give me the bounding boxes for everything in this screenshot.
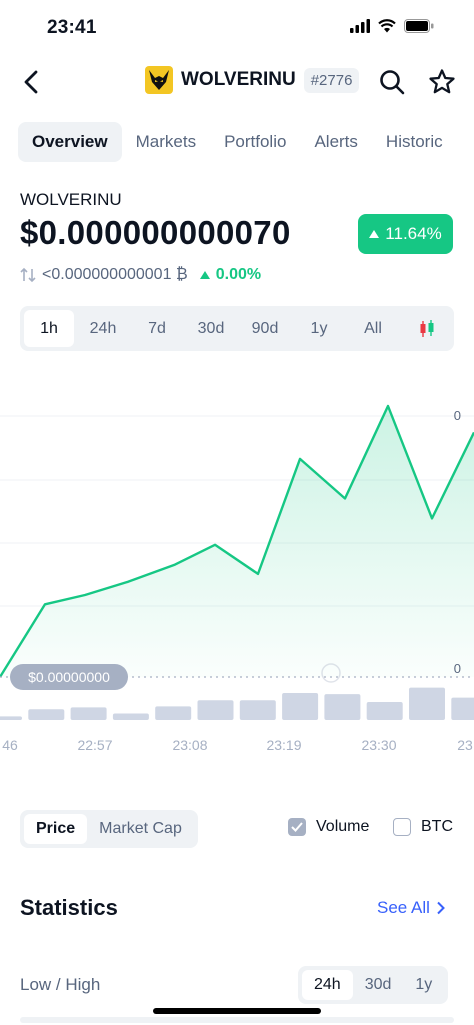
period-30d[interactable]: 30d [353,970,404,1000]
coin-logo [145,66,173,94]
stats-period-selector: 24h 30d 1y [298,966,449,1004]
battery-icon [404,19,434,33]
btc-price: <0.000000000001 ₿ [42,266,188,283]
star-icon[interactable] [428,68,456,96]
x-axis-label: 22:57 [77,737,112,753]
btc-label: BTC [421,818,453,835]
range-1y[interactable]: 1y [294,310,344,347]
y-axis-label-top: 0 [454,408,461,423]
checkbox-checked-icon [288,818,306,836]
range-30d[interactable]: 30d [186,310,236,347]
range-24h[interactable]: 24h [78,310,128,347]
tab-markets[interactable]: Markets [122,122,210,162]
see-all-label: See All [377,898,430,917]
volume-bar [451,697,474,720]
volume-bar [155,706,192,720]
tab-bar: Overview Markets Portfolio Alerts Histor… [18,122,457,162]
price-chart[interactable]: $0.00000000 0 0 46 22:57 23:08 23:19 23:30 23 [0,380,474,780]
volume-bar [239,700,276,720]
triangle-up-icon [199,271,210,279]
triangle-up-icon [369,230,380,238]
candlestick-toggle[interactable] [402,310,452,347]
x-axis-label: 23:08 [172,737,207,753]
coin-name: WOLVERINU [181,69,296,90]
btc-price-row: <0.000000000001 ₿ 0.00% [20,266,261,284]
volume-bar [0,716,22,720]
period-1y[interactable]: 1y [403,970,444,1000]
price-label-text: $0.00000000 [28,669,110,685]
period-24h[interactable]: 24h [302,970,353,1000]
tab-portfolio[interactable]: Portfolio [210,122,300,162]
search-icon[interactable] [378,68,406,96]
candlestick-icon [420,319,434,337]
time-range-selector: 1h 24h 7d 30d 90d 1y All [20,306,454,351]
wolverine-logo-icon [149,70,169,90]
see-all-link[interactable]: See All [377,898,446,918]
coin-price: $0.000000000070 [20,214,291,251]
volume-bar [28,709,65,720]
price-change-badge: 11.64% [358,214,453,254]
volume-bar [282,693,319,720]
volume-label: Volume [316,818,370,835]
x-axis-label: 23:30 [361,737,396,753]
range-7d[interactable]: 7d [132,310,182,347]
checkbox-empty-icon [393,818,411,836]
x-axis-label: 23:19 [266,737,301,753]
coin-header: WOLVERINU #2776 [145,66,360,94]
range-1h[interactable]: 1h [24,310,74,347]
price-toggle[interactable]: Price [24,814,88,844]
chart-type-toggle: Price Market Cap [20,810,198,848]
coin-symbol: WOLVERINU [20,190,122,209]
range-all[interactable]: All [348,310,398,347]
statistics-title: Statistics [20,895,118,920]
swap-arrows-icon [20,267,36,283]
price-change-value: 11.64% [385,224,442,243]
volume-bar [70,707,107,720]
volume-bar [366,702,403,720]
tab-overview[interactable]: Overview [18,122,122,162]
btc-checkbox[interactable]: BTC [393,818,453,836]
signal-icon [350,19,370,33]
x-axis-label: 23 [457,737,473,753]
back-icon[interactable] [18,68,46,96]
market-cap-toggle[interactable]: Market Cap [87,814,194,844]
x-axis-label: 46 [2,737,18,753]
status-icons [350,19,434,33]
low-high-label: Low / High [20,975,101,994]
y-axis-label-bottom: 0 [454,661,461,676]
volume-bar [324,694,361,720]
tab-historic[interactable]: Historic [372,122,457,162]
rank-badge: #2776 [303,67,360,93]
tab-alerts[interactable]: Alerts [300,122,371,162]
volume-bar [409,687,445,720]
volume-bar [112,713,149,720]
range-90d[interactable]: 90d [240,310,290,347]
volume-checkbox[interactable]: Volume [288,818,369,836]
btc-change: 0.00% [215,266,262,283]
status-time: 23:41 [47,17,97,38]
wifi-icon [378,19,396,33]
low-high-range-bar [20,1017,454,1023]
chevron-right-icon [437,901,445,915]
volume-bar [197,700,234,720]
home-indicator [153,1008,321,1014]
